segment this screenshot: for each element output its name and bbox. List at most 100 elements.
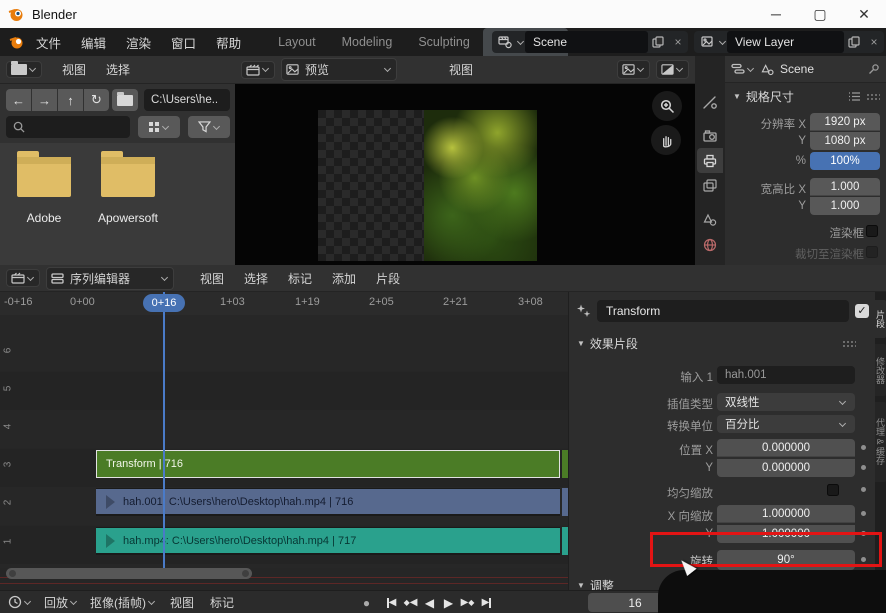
vtab-modifiers[interactable]: 修改器 [875,344,886,396]
scale-x-field[interactable]: 1.000000 [717,505,855,523]
playback-menu[interactable]: 回放 [44,594,78,611]
vtab-strip[interactable]: 片段 [875,300,886,338]
next-keyframe-button[interactable]: ▶◆ [459,594,476,612]
tab-layout[interactable]: Layout [265,28,329,56]
overlay-toggle-button[interactable] [617,60,650,79]
filter-button[interactable] [188,116,230,138]
hahmp4-strip[interactable]: hah.mp4: C:\Users\hero\Desktop\hah.mp4 |… [96,527,560,555]
folder-item-adobe[interactable]: Adobe [4,157,84,225]
animate-dot[interactable] [861,511,866,516]
render-border-checkbox[interactable] [866,225,878,237]
uniform-scale-checkbox[interactable] [827,484,839,496]
menu-file[interactable]: 文件 [26,33,71,52]
duplicate-viewlayer-icon[interactable] [844,36,864,48]
tab-tool[interactable] [697,89,723,114]
hah001-strip[interactable]: hah.001: C:\Users\hero\Desktop\hah.mp4 |… [96,488,560,516]
preview-menu-view[interactable]: 视图 [439,61,483,78]
jump-to-end-button[interactable]: ▶ [478,594,495,612]
chevron-down-icon[interactable] [719,37,726,44]
play-button[interactable]: ▶ [440,594,457,612]
tab-world[interactable] [697,232,723,257]
tab-view-layer[interactable] [697,173,723,198]
menu-edit[interactable]: 编辑 [71,33,116,52]
play-reverse-button[interactable]: ◀ [421,594,438,612]
scene-icon[interactable] [492,35,515,49]
vtab-proxy-cache[interactable]: 代理 & 缓存 [875,402,886,482]
current-frame-badge[interactable]: 0+16 [143,294,185,312]
panel-grip-icon[interactable] [866,93,880,100]
seq-menu-marker[interactable]: 标记 [278,270,322,287]
timeline-menu-view[interactable]: 视图 [170,594,194,611]
tab-modeling[interactable]: Modeling [329,28,406,56]
filebrowser-editor-type-button[interactable] [6,61,42,78]
seq-menu-add[interactable]: 添加 [322,270,366,287]
unlink-scene-icon[interactable]: × [668,35,688,49]
seq-menu-view[interactable]: 视图 [190,270,234,287]
timeline-editor-type-button[interactable] [8,595,32,609]
animate-dot[interactable] [861,445,866,450]
pin-icon[interactable] [868,63,880,75]
resolution-pct-slider[interactable]: 100% [810,152,880,170]
tab-render[interactable] [697,123,723,148]
menu-window[interactable]: 窗口 [161,33,206,52]
effect-strip-section-header[interactable]: ▼ 效果片段 [569,330,876,355]
panel-grip-icon[interactable] [842,340,856,347]
filebrowser-menu-view[interactable]: 视图 [52,61,96,78]
chevron-down-icon[interactable] [747,64,754,71]
viewlayer-icon[interactable] [694,35,717,49]
aspect-y-field[interactable]: 1.000 [810,197,880,215]
back-button[interactable]: ← [6,89,31,111]
zoom-button[interactable] [652,91,682,121]
animate-dot[interactable] [861,487,866,492]
up-button[interactable]: ↑ [58,89,83,111]
preview-editor-type-button[interactable] [241,61,275,79]
menu-help[interactable]: 帮助 [206,33,251,52]
sequencer-editor-type-button[interactable] [6,269,40,287]
tab-scene[interactable] [697,207,723,232]
horizontal-scrollbar[interactable] [6,568,252,579]
animate-dot[interactable] [861,465,866,470]
translation-unit-dropdown[interactable]: 百分比 [717,415,855,433]
folder-item-apowersoft[interactable]: Apowersoft [88,157,168,225]
strip-mute-checkbox[interactable]: ✓ [855,304,869,318]
pan-button[interactable] [651,125,681,155]
timeline-menu-marker[interactable]: 标记 [210,594,234,611]
viewlayer-name-field[interactable]: View Layer [727,31,844,53]
display-mode-button[interactable] [138,116,180,138]
search-field[interactable] [6,116,130,138]
display-filter-icon[interactable] [731,63,745,75]
timeline-ruler[interactable]: -0+16 0+00 1+03 1+19 2+05 2+21 3+08 [0,292,568,315]
seq-menu-select[interactable]: 选择 [234,270,278,287]
interpolation-dropdown[interactable]: 双线性 [717,393,855,411]
refresh-button[interactable]: ↻ [84,89,109,111]
jump-to-start-button[interactable]: ◀ [383,594,400,612]
resolution-y-field[interactable]: 1080 px [810,132,880,150]
seq-menu-strip[interactable]: 片段 [366,270,410,287]
auto-keying-button[interactable]: ● [358,594,375,612]
tab-output[interactable] [697,148,723,173]
menu-render[interactable]: 渲染 [116,33,161,52]
aspect-x-field[interactable]: 1.000 [810,178,880,196]
strip-name-field[interactable]: Transform [597,300,849,322]
new-folder-button[interactable] [112,89,138,111]
sequencer-view-type-dropdown[interactable]: 序列编辑器 [46,267,174,290]
preview-viewport[interactable] [235,84,695,265]
playhead[interactable] [163,292,165,578]
tab-sculpting[interactable]: Sculpting [405,28,482,56]
preview-mode-dropdown[interactable]: 预览 [281,58,397,81]
remove-viewlayer-icon[interactable]: × [864,35,884,49]
duplicate-scene-icon[interactable] [648,36,668,48]
minimize-button[interactable]: ─ [754,0,798,28]
display-channels-button[interactable] [656,60,689,79]
dimensions-section-header[interactable]: ▼ 规格尺寸 [725,83,886,108]
resolution-x-field[interactable]: 1920 px [810,113,880,131]
input1-field[interactable]: hah.001 [717,366,855,384]
crop-to-border-checkbox[interactable] [866,246,878,258]
position-x-field[interactable]: 0.000000 [717,439,855,457]
prev-keyframe-button[interactable]: ◆◀ [402,594,419,612]
path-field[interactable]: C:\Users\he.. [144,89,230,111]
chevron-down-icon[interactable] [517,37,524,44]
search-input[interactable] [30,121,116,133]
blender-menu-icon[interactable] [8,33,26,51]
transform-strip[interactable]: Transform | 716 [96,450,560,478]
